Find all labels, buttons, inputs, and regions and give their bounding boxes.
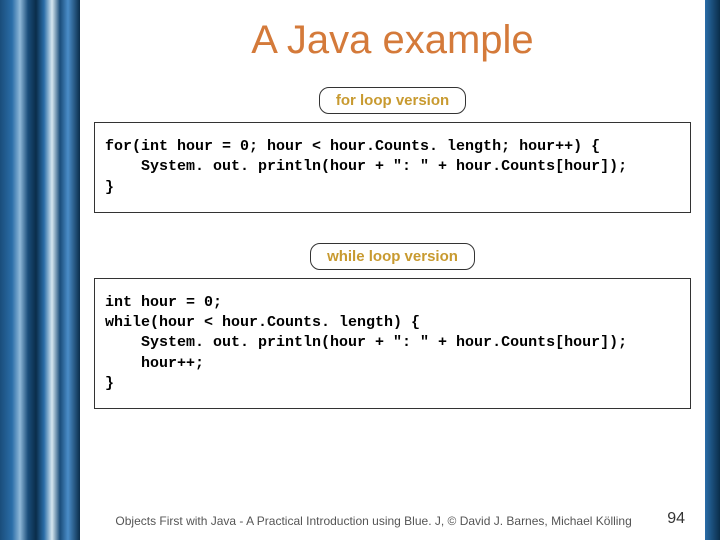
slide-content: A Java example for loop version for(int … <box>80 0 705 540</box>
slide-title: A Java example <box>80 18 705 63</box>
while-loop-code: int hour = 0; while(hour < hour.Counts. … <box>94 278 691 409</box>
footer-citation: Objects First with Java - A Practical In… <box>100 514 647 528</box>
background-right-strip <box>705 0 720 540</box>
page-number: 94 <box>667 510 685 528</box>
for-loop-label: for loop version <box>319 87 466 114</box>
while-loop-label: while loop version <box>310 243 475 270</box>
background-left-feathers <box>0 0 80 540</box>
footer: Objects First with Java - A Practical In… <box>80 510 705 528</box>
for-loop-code: for(int hour = 0; hour < hour.Counts. le… <box>94 122 691 213</box>
